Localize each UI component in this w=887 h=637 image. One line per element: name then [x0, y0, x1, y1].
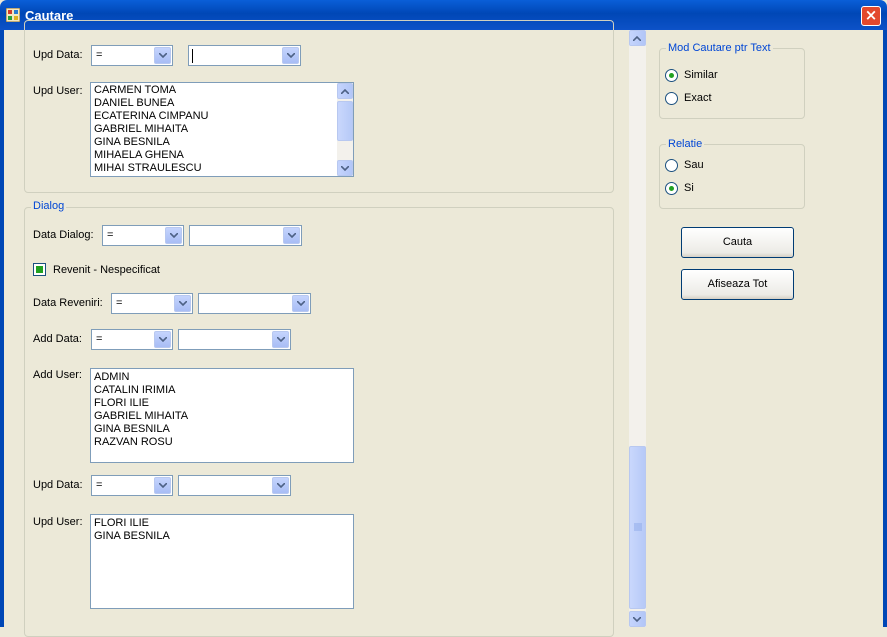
- list-scrollbar[interactable]: [337, 83, 353, 176]
- upd-data-date-combo[interactable]: [178, 475, 291, 496]
- revenit-label: Revenit - Nespecificat: [53, 264, 160, 276]
- scroll-up-button[interactable]: [629, 30, 646, 46]
- chevron-down-icon: [154, 47, 171, 64]
- list-item[interactable]: MIHAI STRAULESCU: [91, 162, 353, 175]
- radio-sau[interactable]: [665, 159, 678, 172]
- list-item[interactable]: CATALIN IRIMIA: [91, 384, 353, 397]
- scroll-down-button[interactable]: [629, 611, 646, 627]
- data-reveniri-op-combo[interactable]: =: [111, 293, 193, 314]
- mod-cautare-title: Mod Cautare ptr Text: [666, 42, 773, 54]
- upd-user-list-top[interactable]: CARMEN TOMA DANIEL BUNEA ECATERINA CIMPA…: [90, 82, 354, 177]
- list-item[interactable]: GINA BESNILA: [91, 423, 353, 436]
- close-button[interactable]: ×: [861, 6, 881, 26]
- cauta-button[interactable]: Cauta: [681, 227, 794, 258]
- chevron-down-icon: [165, 227, 182, 244]
- list-item[interactable]: FLORI ILIE: [91, 397, 353, 410]
- radio-similar[interactable]: [665, 69, 678, 82]
- data-reveniri-date-combo[interactable]: [198, 293, 311, 314]
- upd-user-label-top: Upd User:: [33, 85, 83, 97]
- chevron-down-icon: [272, 331, 289, 348]
- list-item[interactable]: ADMIN: [91, 371, 353, 384]
- close-icon: ×: [864, 6, 878, 24]
- chevron-down-icon: [154, 477, 171, 494]
- add-user-label: Add User:: [33, 369, 82, 381]
- chevron-down-icon: [283, 227, 300, 244]
- upd-data-label: Upd Data:: [33, 479, 83, 491]
- scroll-thumb[interactable]: [337, 101, 353, 141]
- list-item[interactable]: GINA BESNILA: [91, 136, 353, 149]
- data-dialog-op-combo[interactable]: =: [102, 225, 184, 246]
- data-dialog-date-combo[interactable]: [189, 225, 302, 246]
- chevron-down-icon: [154, 331, 171, 348]
- text-cursor: [192, 49, 193, 63]
- radio-similar-label: Similar: [684, 69, 718, 81]
- upd-data-op-combo[interactable]: =: [91, 475, 173, 496]
- list-item[interactable]: GINA BESNILA: [91, 530, 353, 543]
- list-item[interactable]: GABRIEL MIHAITA: [91, 123, 353, 136]
- list-item[interactable]: CARMEN TOMA: [91, 84, 353, 97]
- chevron-down-icon: [272, 477, 289, 494]
- window-client: Upd Data: = Upd User: CARMEN TOMA DANIEL…: [0, 20, 887, 637]
- list-item[interactable]: GABRIEL MIHAITA: [91, 410, 353, 423]
- dialog-group-title: Dialog: [31, 200, 67, 212]
- chevron-down-icon: [174, 295, 191, 312]
- list-item[interactable]: ECATERINA CIMPANU: [91, 110, 353, 123]
- list-item[interactable]: FLORI ILIE: [91, 517, 353, 530]
- app-icon: [6, 8, 20, 22]
- radio-si-label: Si: [684, 182, 694, 194]
- relatie-title: Relatie: [666, 138, 705, 150]
- scroll-up-button[interactable]: [337, 83, 353, 99]
- upd-data-op-combo-top[interactable]: =: [91, 45, 173, 66]
- data-dialog-label: Data Dialog:: [33, 229, 94, 241]
- add-user-list[interactable]: ADMIN CATALIN IRIMIA FLORI ILIE GABRIEL …: [90, 368, 354, 463]
- data-reveniri-label: Data Reveniri:: [33, 297, 103, 309]
- upd-data-date-combo-top[interactable]: [188, 45, 301, 66]
- add-data-label: Add Data:: [33, 333, 82, 345]
- upd-data-label-top: Upd Data:: [33, 49, 83, 61]
- list-item[interactable]: RAZVAN ROSU: [91, 436, 353, 449]
- radio-sau-label: Sau: [684, 159, 704, 171]
- radio-exact[interactable]: [665, 92, 678, 105]
- list-item[interactable]: DANIEL BUNEA: [91, 97, 353, 110]
- upd-user-list[interactable]: FLORI ILIE GINA BESNILA: [90, 514, 354, 609]
- relatie-group: [659, 144, 805, 209]
- scroll-thumb[interactable]: [629, 446, 646, 609]
- revenit-checkbox[interactable]: [33, 263, 46, 276]
- radio-si[interactable]: [665, 182, 678, 195]
- mod-cautare-group: [659, 48, 805, 119]
- add-data-date-combo[interactable]: [178, 329, 291, 350]
- add-data-op-combo[interactable]: =: [91, 329, 173, 350]
- chevron-down-icon: [282, 47, 299, 64]
- list-item[interactable]: MIHAELA GHENA: [91, 149, 353, 162]
- scroll-down-button[interactable]: [337, 160, 353, 176]
- radio-exact-label: Exact: [684, 92, 712, 104]
- afiseaza-tot-button[interactable]: Afiseaza Tot: [681, 269, 794, 300]
- upd-user-label: Upd User:: [33, 516, 83, 528]
- chevron-down-icon: [292, 295, 309, 312]
- grip-icon: [634, 523, 642, 531]
- panel-scrollbar[interactable]: [629, 30, 646, 627]
